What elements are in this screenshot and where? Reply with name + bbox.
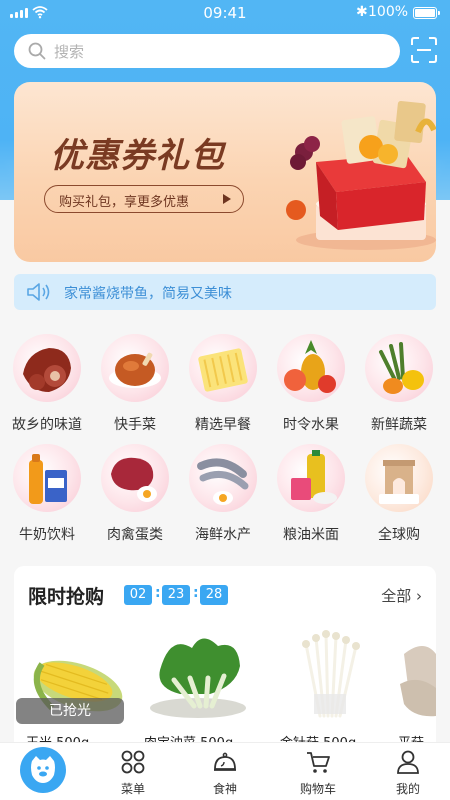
product-card-enoki[interactable]: 金针菇 500g (276, 624, 386, 756)
chef-cloche-icon (214, 752, 236, 771)
category-quick-dishes[interactable]: 快手菜 (91, 334, 179, 438)
global-icon (365, 444, 433, 512)
category-label: 粮油米面 (283, 527, 339, 543)
flash-sale-title: 限时抢购 (28, 586, 105, 608)
view-all-label: 全部 (381, 587, 412, 605)
play-arrow-icon (223, 194, 231, 204)
battery-percent: 100% (368, 4, 409, 20)
category-milk-drinks[interactable]: 牛奶饮料 (3, 444, 91, 548)
flash-sale-card: 限时抢购 02 : 23 : 28 全部 › 玉米 500g 肉宝油菜 500g (14, 566, 436, 756)
cart-icon (307, 752, 330, 773)
product-card-corn[interactable]: 玉米 500g (22, 624, 132, 756)
banner-cta-label: 购买礼包，享更多优惠 (59, 195, 190, 210)
bok-choy-image (150, 638, 246, 718)
speaker-icon (27, 283, 50, 301)
category-breakfast[interactable]: 精选早餐 (179, 334, 267, 438)
oyster-mushroom-image (400, 646, 436, 717)
tab-label: 菜单 (120, 782, 145, 796)
category-label: 时令水果 (283, 417, 339, 433)
banner-cta[interactable]: 购买礼包，享更多优惠 (44, 185, 244, 213)
chevron-right-icon: › (416, 587, 422, 605)
countdown-hours: 02 (124, 585, 152, 605)
oil-rice-icon (277, 444, 345, 512)
search-bar[interactable]: 搜索 (14, 34, 400, 68)
vegetable-icon (365, 334, 433, 402)
category-global-shopping[interactable]: 全球购 (355, 444, 443, 548)
bluetooth-icon: ✱ (356, 4, 368, 20)
status-bar: 09:41 ✱ 100% (0, 0, 450, 26)
category-label: 快手菜 (114, 417, 156, 433)
category-hometown-taste[interactable]: 故乡的味道 (3, 334, 91, 438)
scan-icon[interactable] (410, 36, 438, 64)
search-icon (28, 42, 46, 60)
tab-home[interactable] (20, 747, 66, 793)
tab-label: 我的 (395, 782, 420, 796)
countdown-minutes: 23 (162, 585, 190, 605)
category-meat-eggs[interactable]: 肉禽蛋类 (91, 444, 179, 548)
category-label: 全球购 (378, 527, 420, 543)
banner-title: 优惠券礼包 (50, 136, 225, 176)
enoki-image (302, 630, 360, 718)
fruit-icon (277, 334, 345, 402)
meat-egg-icon (101, 444, 169, 512)
category-label: 新鲜蔬菜 (371, 417, 427, 433)
sold-out-badge: 已抢光 (16, 698, 124, 724)
announcement-bar[interactable]: 家常酱烧带鱼，简易又美味 (14, 274, 436, 310)
coupon-banner[interactable]: 优惠券礼包 购买礼包，享更多优惠 (14, 82, 436, 262)
tab-label: 食神 (212, 782, 237, 796)
category-label: 故乡的味道 (12, 417, 82, 433)
product-card-bok-choy[interactable]: 肉宝油菜 500g (140, 624, 250, 756)
user-icon (397, 750, 419, 774)
search-placeholder: 搜索 (54, 43, 85, 61)
category-label: 肉禽蛋类 (107, 527, 163, 543)
gift-box-illustration (286, 100, 436, 250)
tab-chef[interactable]: 食神 (190, 743, 260, 800)
countdown-separator: : (193, 585, 199, 601)
tab-menu[interactable]: 菜单 (98, 743, 168, 800)
bread-icon (189, 334, 257, 402)
category-label: 精选早餐 (195, 417, 251, 433)
roast-chicken-icon (101, 334, 169, 402)
home-mascot-icon (31, 756, 55, 783)
tab-cart[interactable]: 购物车 (283, 743, 353, 800)
category-seafood[interactable]: 海鲜水产 (179, 444, 267, 548)
countdown-separator: : (155, 585, 161, 601)
category-label: 牛奶饮料 (19, 527, 75, 543)
category-seasonal-fruit[interactable]: 时令水果 (267, 334, 355, 438)
countdown-seconds: 28 (200, 585, 228, 605)
category-grain-oil[interactable]: 粮油米面 (267, 444, 355, 548)
tab-profile[interactable]: 我的 (373, 743, 443, 800)
ham-icon (13, 334, 81, 402)
category-label: 海鲜水产 (195, 527, 251, 543)
announcement-text: 家常酱烧带鱼，简易又美味 (64, 286, 232, 302)
battery-icon (413, 7, 440, 19)
grid-icon (121, 750, 145, 774)
tab-label: 购物车 (299, 782, 336, 796)
view-all-link[interactable]: 全部 › (381, 585, 422, 606)
category-fresh-vegetables[interactable]: 新鲜蔬菜 (355, 334, 443, 438)
product-card-oyster-mushroom[interactable]: 平菇 (394, 624, 436, 756)
shrimp-icon (189, 444, 257, 512)
bottom-tab-bar: 菜单 食神 购物车 我的 (0, 742, 450, 800)
drink-icon (13, 444, 81, 512)
